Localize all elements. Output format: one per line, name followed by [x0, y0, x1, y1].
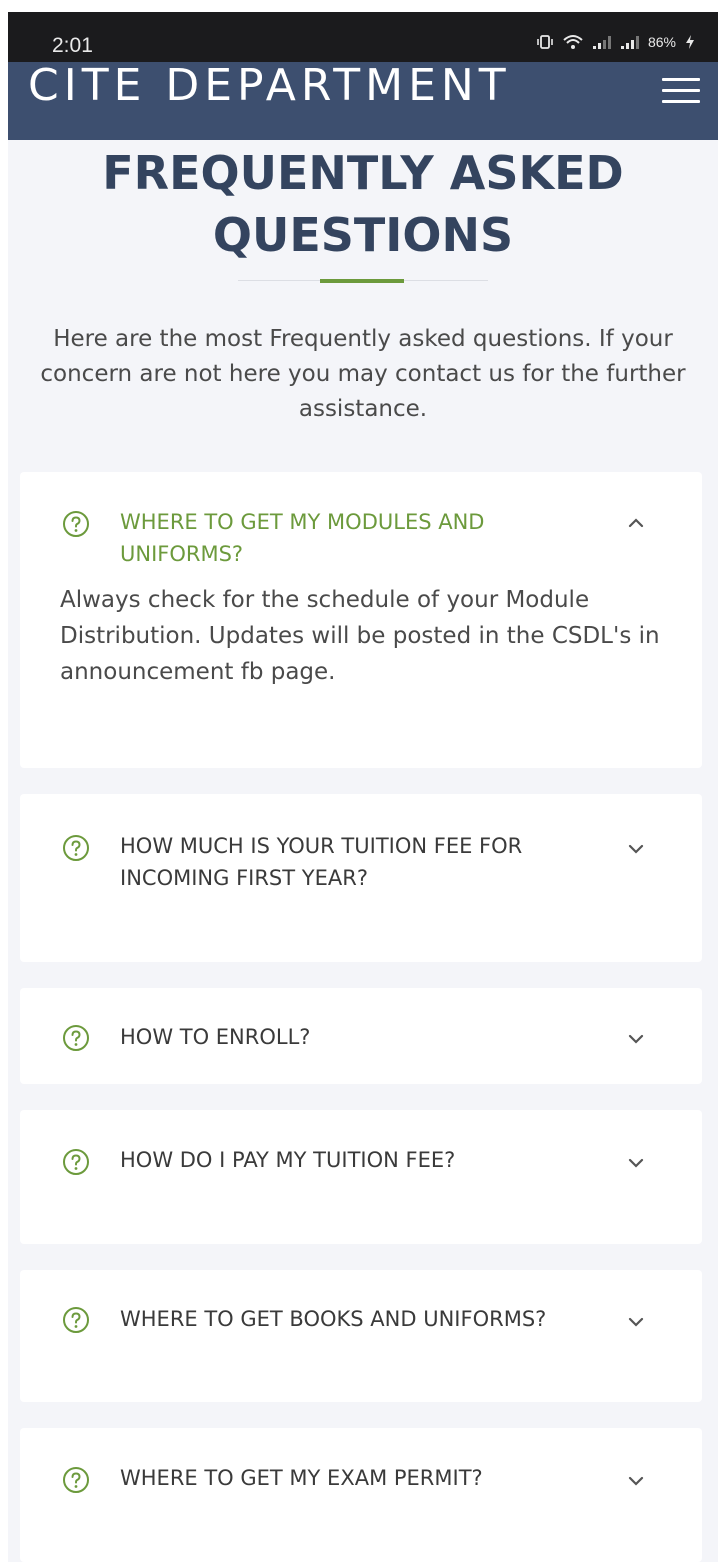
- signal-icon: [592, 36, 611, 49]
- faq-item[interactable]: HOW TO ENROLL?: [20, 988, 702, 1084]
- app-header: CITE DEPARTMENT: [8, 62, 718, 140]
- chevron-down-icon: [628, 1317, 644, 1327]
- faq-item[interactable]: WHERE TO GET BOOKS AND UNIFORMS?: [20, 1270, 702, 1402]
- faq-question: WHERE TO GET MY EXAM PERMIT?: [120, 1466, 483, 1490]
- faq-question: HOW MUCH IS YOUR TUITION FEE FOR INCOMIN…: [120, 834, 523, 890]
- battery-charging-icon: [686, 35, 694, 49]
- signal-icon: [620, 36, 639, 49]
- faq-item[interactable]: WHERE TO GET MY EXAM PERMIT?: [20, 1428, 702, 1562]
- faq-question: HOW TO ENROLL?: [120, 1025, 311, 1049]
- question-circle-icon: [63, 1467, 89, 1493]
- chevron-up-icon: [628, 518, 644, 528]
- page-title-line-1: FREQUENTLY ASKED: [102, 146, 624, 200]
- status-time: 2:01: [52, 34, 93, 57]
- chevron-down-icon: [628, 1034, 644, 1044]
- intro-text: Here are the most Frequently asked quest…: [40, 326, 686, 422]
- faq-item: WHERE TO GET MY MODULES AND UNIFORMS? Al…: [20, 472, 702, 768]
- question-circle-icon: [63, 1025, 89, 1051]
- vibrate-icon: [537, 35, 553, 49]
- faq-toggle[interactable]: WHERE TO GET MY MODULES AND UNIFORMS?: [20, 472, 702, 572]
- hamburger-menu-icon[interactable]: [662, 76, 700, 106]
- page-title: FREQUENTLY ASKED QUESTIONS: [8, 142, 718, 266]
- question-circle-icon: [63, 511, 89, 537]
- title-accent-bar: [320, 279, 404, 283]
- chevron-down-icon: [628, 1476, 644, 1486]
- status-bar: 2:01 86%: [8, 12, 718, 62]
- app-title: CITE DEPARTMENT: [28, 60, 511, 111]
- faq-question: WHERE TO GET MY MODULES AND UNIFORMS?: [120, 510, 485, 566]
- faq-question: HOW DO I PAY MY TUITION FEE?: [120, 1148, 456, 1172]
- chevron-down-icon: [628, 1158, 644, 1168]
- page-title-line-2: QUESTIONS: [212, 208, 514, 262]
- question-circle-icon: [63, 835, 89, 861]
- status-icons: 86%: [536, 34, 696, 50]
- faq-question: WHERE TO GET BOOKS AND UNIFORMS?: [120, 1307, 547, 1331]
- battery-level: 86%: [647, 34, 676, 50]
- faq-answer: Always check for the schedule of your Mo…: [60, 587, 660, 685]
- faq-item[interactable]: HOW MUCH IS YOUR TUITION FEE FOR INCOMIN…: [20, 794, 702, 962]
- chevron-down-icon: [628, 844, 644, 854]
- question-circle-icon: [63, 1307, 89, 1333]
- app-screen: 2:01 86% CITE DEPARTMENT FREQUENTLY ASKE…: [8, 12, 718, 1562]
- wifi-icon: [563, 35, 583, 49]
- question-circle-icon: [63, 1149, 89, 1175]
- faq-item[interactable]: HOW DO I PAY MY TUITION FEE?: [20, 1110, 702, 1244]
